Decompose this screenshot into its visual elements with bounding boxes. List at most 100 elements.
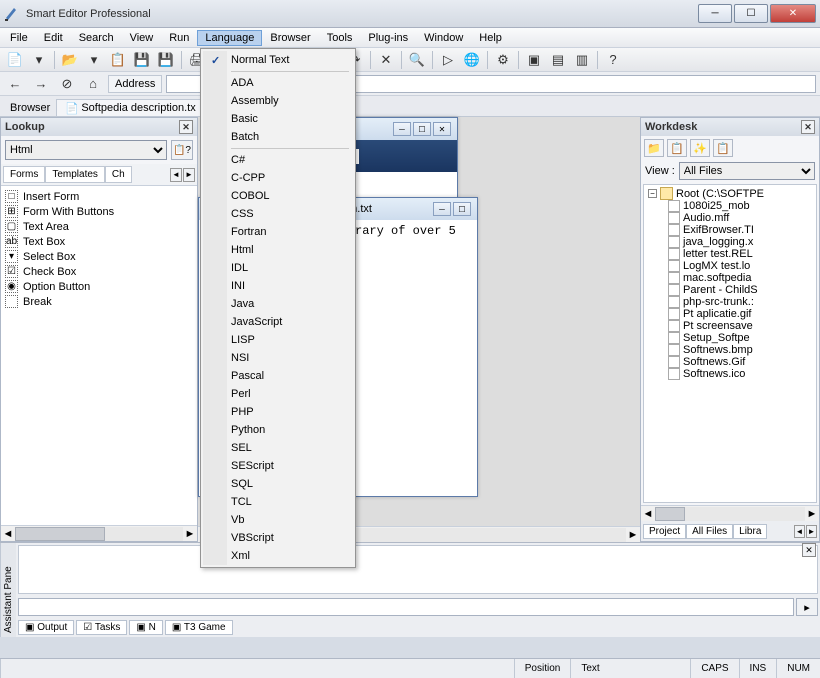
- wd-tab-allfiles[interactable]: All Files: [686, 524, 733, 539]
- close-button[interactable]: ✕: [770, 4, 816, 23]
- lang-cobol[interactable]: COBOL: [203, 187, 353, 205]
- panel3-button[interactable]: ▥: [571, 50, 593, 70]
- lookup-item[interactable]: ⊞Form With Buttons: [5, 204, 193, 219]
- mdi-browser-max[interactable]: ☐: [413, 122, 431, 136]
- tree-file[interactable]: java_logging.x: [646, 236, 814, 248]
- new-dropdown[interactable]: ▾: [28, 50, 50, 70]
- lang-nsi[interactable]: NSI: [203, 349, 353, 367]
- mdi-browser-close[interactable]: ✕: [433, 122, 451, 136]
- menu-run[interactable]: Run: [161, 30, 197, 46]
- lang-pascal[interactable]: Pascal: [203, 367, 353, 385]
- wd-tab-libra[interactable]: Libra: [733, 524, 767, 539]
- open-dropdown[interactable]: ▾: [83, 50, 105, 70]
- tree-file[interactable]: Audio.mff: [646, 212, 814, 224]
- lang-perl[interactable]: Perl: [203, 385, 353, 403]
- tree-file[interactable]: ExifBrowser.TI: [646, 224, 814, 236]
- history-button[interactable]: 📋: [107, 50, 129, 70]
- wd-tab-project[interactable]: Project: [643, 524, 686, 539]
- lookup-hscroll[interactable]: ◄►: [1, 525, 197, 541]
- lang-vb[interactable]: Vb: [203, 511, 353, 529]
- lookup-close-button[interactable]: ✕: [179, 120, 193, 134]
- assist-tab-n[interactable]: ▣ N: [129, 620, 162, 635]
- lang-normaltext[interactable]: Normal Text: [203, 51, 353, 69]
- lang-ada[interactable]: ADA: [203, 74, 353, 92]
- tab-browser-label[interactable]: Browser: [4, 100, 56, 116]
- lang-ini[interactable]: INI: [203, 277, 353, 295]
- lookup-help-button[interactable]: 📋?: [171, 140, 193, 160]
- lang-css[interactable]: CSS: [203, 205, 353, 223]
- menu-plugins[interactable]: Plug-ins: [360, 30, 416, 46]
- wd-refresh-button[interactable]: 📋: [713, 139, 733, 157]
- menu-search[interactable]: Search: [71, 30, 122, 46]
- lang-html[interactable]: Html: [203, 241, 353, 259]
- wd-copy-button[interactable]: 📋: [667, 139, 687, 157]
- tree-file[interactable]: Softnews.ico: [646, 368, 814, 380]
- lang-fortran[interactable]: Fortran: [203, 223, 353, 241]
- lang-tcl[interactable]: TCL: [203, 493, 353, 511]
- assistant-output-area[interactable]: [18, 545, 818, 594]
- lang-vbscript[interactable]: VBScript: [203, 529, 353, 547]
- tree-file[interactable]: Pt screensave: [646, 320, 814, 332]
- lang-sql[interactable]: SQL: [203, 475, 353, 493]
- run-button[interactable]: ▷: [437, 50, 459, 70]
- menu-help[interactable]: Help: [471, 30, 510, 46]
- assist-tab-output[interactable]: ▣ Output: [18, 620, 74, 635]
- assistant-input[interactable]: [18, 598, 794, 616]
- menu-edit[interactable]: Edit: [36, 30, 71, 46]
- view-select[interactable]: All Files: [679, 162, 815, 180]
- save-button[interactable]: 💾: [131, 50, 153, 70]
- menu-window[interactable]: Window: [416, 30, 471, 46]
- tree-file[interactable]: Pt aplicatie.gif: [646, 308, 814, 320]
- mdi-text-max[interactable]: ☐: [453, 202, 471, 216]
- tree-file[interactable]: letter test.REL: [646, 248, 814, 260]
- lang-python[interactable]: Python: [203, 421, 353, 439]
- tree-root[interactable]: −Root (C:\SOFTPE: [646, 187, 814, 200]
- lang-assembly[interactable]: Assembly: [203, 92, 353, 110]
- wd-new-folder-button[interactable]: 📁: [644, 139, 664, 157]
- lookup-tab-forms[interactable]: Forms: [3, 166, 45, 183]
- wd-new-button[interactable]: ✨: [690, 139, 710, 157]
- menu-view[interactable]: View: [122, 30, 162, 46]
- new-button[interactable]: 📄: [4, 50, 26, 70]
- tree-file[interactable]: php-src-trunk.:: [646, 296, 814, 308]
- tree-file[interactable]: mac.softpedia: [646, 272, 814, 284]
- assistant-close-button[interactable]: ✕: [802, 543, 816, 557]
- lookup-type-select[interactable]: Html: [5, 140, 167, 160]
- home-button[interactable]: ⌂: [82, 74, 104, 94]
- lang-ccpp[interactable]: C-CPP: [203, 169, 353, 187]
- lookup-item[interactable]: abText Box: [5, 234, 193, 249]
- lookup-item[interactable]: ◉Option Button: [5, 279, 193, 294]
- lookup-item[interactable]: ▢Text Area: [5, 219, 193, 234]
- tree-file[interactable]: 1080i25_mob: [646, 200, 814, 212]
- wd-tab-next[interactable]: ►: [806, 525, 817, 538]
- menu-language[interactable]: Language: [197, 30, 262, 46]
- lookup-item[interactable]: Break: [5, 294, 193, 309]
- back-button[interactable]: ←: [4, 74, 26, 94]
- lang-sescript[interactable]: SEScript: [203, 457, 353, 475]
- open-button[interactable]: 📂: [59, 50, 81, 70]
- tree-file[interactable]: Softnews.Gif: [646, 356, 814, 368]
- lang-php[interactable]: PHP: [203, 403, 353, 421]
- menu-tools[interactable]: Tools: [319, 30, 361, 46]
- lookup-tab-prev[interactable]: ◄: [170, 168, 182, 182]
- delete-button[interactable]: ✕: [375, 50, 397, 70]
- maximize-button[interactable]: ☐: [734, 4, 768, 23]
- lang-sel[interactable]: SEL: [203, 439, 353, 457]
- lookup-tab-templates[interactable]: Templates: [45, 166, 105, 183]
- menu-file[interactable]: File: [2, 30, 36, 46]
- tab-document[interactable]: 📄 Softpedia description.tx: [56, 99, 204, 116]
- lang-idl[interactable]: IDL: [203, 259, 353, 277]
- lang-java[interactable]: Java: [203, 295, 353, 313]
- minimize-button[interactable]: ─: [698, 4, 732, 23]
- lang-c[interactable]: C#: [203, 151, 353, 169]
- lang-lisp[interactable]: LISP: [203, 331, 353, 349]
- mdi-text-min[interactable]: ─: [433, 202, 451, 216]
- workdesk-close-button[interactable]: ✕: [801, 120, 815, 134]
- lookup-item[interactable]: ☑Check Box: [5, 264, 193, 279]
- lookup-item[interactable]: □Insert Form: [5, 189, 193, 204]
- file-tree[interactable]: −Root (C:\SOFTPE1080i25_mobAudio.mffExif…: [643, 184, 817, 503]
- panel1-button[interactable]: ▣: [523, 50, 545, 70]
- forward-button[interactable]: →: [30, 74, 52, 94]
- lang-batch[interactable]: Batch: [203, 128, 353, 146]
- find-button[interactable]: 🔍: [406, 50, 428, 70]
